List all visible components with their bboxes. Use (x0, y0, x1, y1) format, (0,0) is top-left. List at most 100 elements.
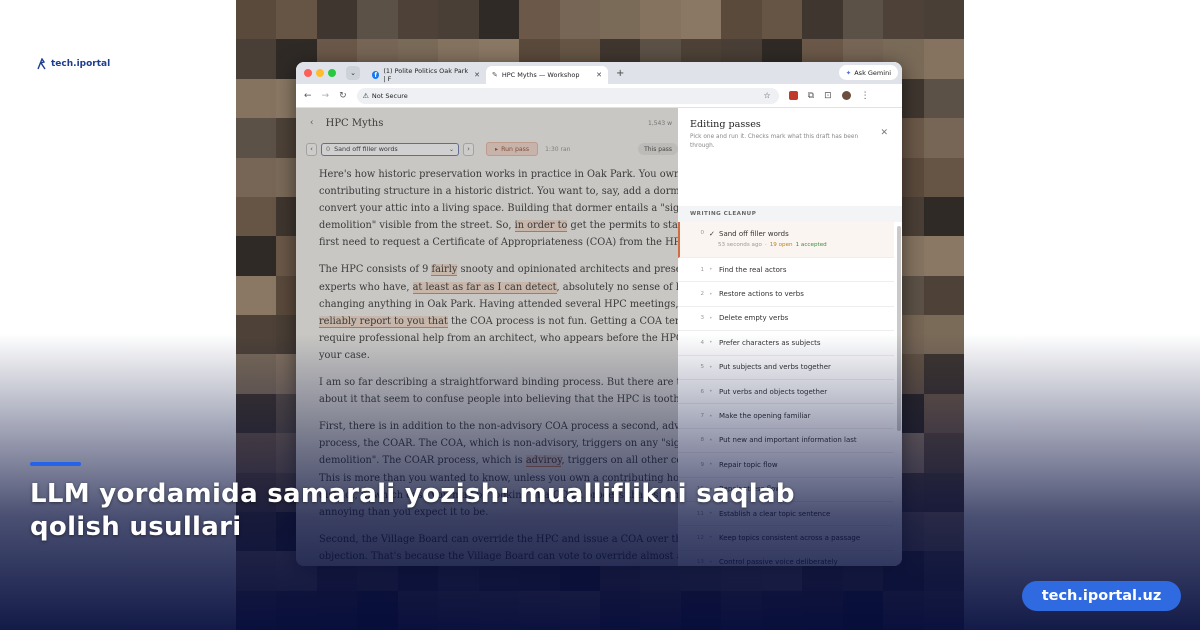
background-tile (680, 0, 722, 40)
pass-item-active[interactable]: 0 ✓ Sand off filler words 53 seconds ago… (678, 222, 894, 258)
tab-groups-icon[interactable]: ⊡ (824, 91, 832, 101)
pass-meta: 53 seconds ago · 19 open 1 accepted (718, 242, 827, 248)
background-tile (478, 0, 520, 40)
background-tile (883, 590, 924, 630)
tab-polite-politics[interactable]: f (1) Polite Politics Oak Park | F ✕ (366, 66, 486, 84)
background-tile (599, 590, 641, 630)
forward-arrow-icon[interactable]: → (322, 91, 330, 101)
pass-item[interactable]: 9 • Repair topic flow (678, 453, 894, 478)
pass-item[interactable]: 8 • Put new and important information last (678, 429, 894, 454)
close-tab-icon[interactable]: ✕ (596, 71, 602, 79)
panel-scrollbar[interactable] (897, 226, 901, 431)
background-tile (842, 0, 884, 40)
pass-label: Put verbs and objects together (719, 387, 828, 396)
tab-hpc-myths[interactable]: ✎ HPC Myths — Workshop ✕ (486, 66, 608, 84)
background-tile (923, 551, 964, 591)
pass-item[interactable]: 3 • Delete empty verbs (678, 307, 894, 332)
background-tile (236, 551, 277, 591)
close-window-icon[interactable] (304, 69, 312, 77)
menu-kebab-icon[interactable]: ⋮ (861, 91, 870, 101)
checkmark-icon: ✓ (709, 230, 715, 238)
background-tile (923, 590, 964, 630)
right-margin (964, 0, 1200, 630)
background-tile (640, 590, 681, 630)
background-tile (438, 590, 479, 630)
back-arrow-icon[interactable]: ← (304, 91, 312, 101)
panel-title: Editing passes (690, 119, 761, 130)
background-tile (680, 590, 722, 630)
pass-index: 7 (700, 413, 704, 420)
url-bar[interactable]: ⚠ Not Secure ☆ (356, 87, 779, 104)
bullet-icon: • (709, 314, 713, 322)
background-tile (236, 118, 277, 158)
bookmark-star-icon[interactable]: ☆ (763, 91, 770, 100)
background-tile (236, 78, 277, 119)
pass-item[interactable]: 5 • Put subjects and verbs together (678, 356, 894, 380)
background-tile (599, 0, 641, 40)
background-tile (519, 0, 560, 40)
maximize-window-icon[interactable] (328, 69, 336, 77)
open-count: 19 open (769, 242, 793, 248)
background-tile (276, 590, 317, 630)
close-tab-icon[interactable]: ✕ (474, 71, 480, 79)
background-tile (923, 0, 964, 40)
tab-title: HPC Myths — Workshop (501, 71, 580, 79)
pass-item[interactable]: 13 • Control passive voice deliberately (678, 551, 894, 566)
pass-item[interactable]: 6 • Put verbs and objects together (678, 380, 894, 405)
pass-label: Restore actions to verbs (719, 290, 804, 299)
pass-index: 5 (700, 364, 704, 371)
pass-label: Delete empty verbs (719, 314, 789, 323)
background-tile (316, 0, 358, 40)
pass-item[interactable]: 1 • Find the real actors (678, 258, 894, 283)
background-tile (236, 236, 277, 276)
pass-index: 4 (700, 339, 704, 346)
logo-icon (37, 58, 46, 70)
close-icon[interactable]: ✕ (880, 128, 888, 138)
pass-item[interactable]: 4 • Prefer characters as subjects (678, 331, 894, 356)
background-tile (883, 0, 924, 40)
pass-item[interactable]: 2 • Restore actions to verbs (678, 282, 894, 307)
bullet-icon: • (709, 388, 713, 396)
separator: · (764, 242, 767, 248)
background-tile (923, 315, 964, 355)
pass-index: 0 (700, 230, 704, 236)
pass-index: 13 (696, 559, 704, 566)
background-tile (519, 590, 560, 630)
background-tile (721, 0, 762, 40)
pass-ran-time: 53 seconds ago (718, 242, 762, 248)
background-tile (923, 472, 964, 512)
pass-label: Repair topic flow (719, 460, 778, 469)
minimize-window-icon[interactable] (316, 69, 324, 77)
reload-icon[interactable]: ↻ (339, 91, 347, 101)
extension-red-icon[interactable] (788, 91, 798, 100)
background-tile (923, 78, 964, 119)
address-bar-row: ← → ↻ ⚠ Not Secure ☆ ⧉ ⊡ ⋮ (296, 84, 902, 108)
logo-text: tech.iportal (51, 59, 111, 69)
site-badge[interactable]: tech.iportal.uz (1022, 581, 1181, 611)
background-tile (236, 393, 277, 434)
bullet-icon: • (709, 266, 713, 274)
extensions-puzzle-icon[interactable]: ⧉ (808, 91, 814, 101)
accepted-count: 1 accepted (795, 242, 827, 248)
background-tile (923, 393, 964, 434)
pass-item[interactable]: 7 • Make the opening familiar (678, 404, 894, 429)
background-tile (236, 590, 277, 630)
article-headline[interactable]: LLM yordamida samarali yozish: muallifli… (30, 478, 830, 544)
background-tile (761, 0, 803, 40)
background-tile (923, 275, 964, 315)
gemini-spark-icon: ✦ (845, 68, 852, 77)
tab-search-chevron-icon[interactable]: ⌄ (346, 66, 360, 80)
headline-accent-bar (30, 462, 81, 466)
background-tile (559, 0, 600, 40)
thumbnail: tech.iportal ⌄ f (1) Polite Politics Oak… (0, 0, 1200, 630)
panel-subtitle: Pick one and run it. Checks mark what th… (690, 134, 859, 149)
site-logo[interactable]: tech.iportal (36, 58, 110, 70)
background-tile (438, 0, 479, 40)
profile-avatar[interactable] (841, 91, 851, 100)
new-tab-button[interactable]: + (616, 68, 624, 79)
ask-gemini-button[interactable]: ✦ Ask Gemini (838, 65, 898, 80)
pass-index: 2 (700, 291, 704, 298)
bullet-icon: • (709, 461, 713, 469)
pass-label: Find the real actors (719, 265, 787, 274)
ask-gemini-label: Ask Gemini (854, 68, 891, 77)
